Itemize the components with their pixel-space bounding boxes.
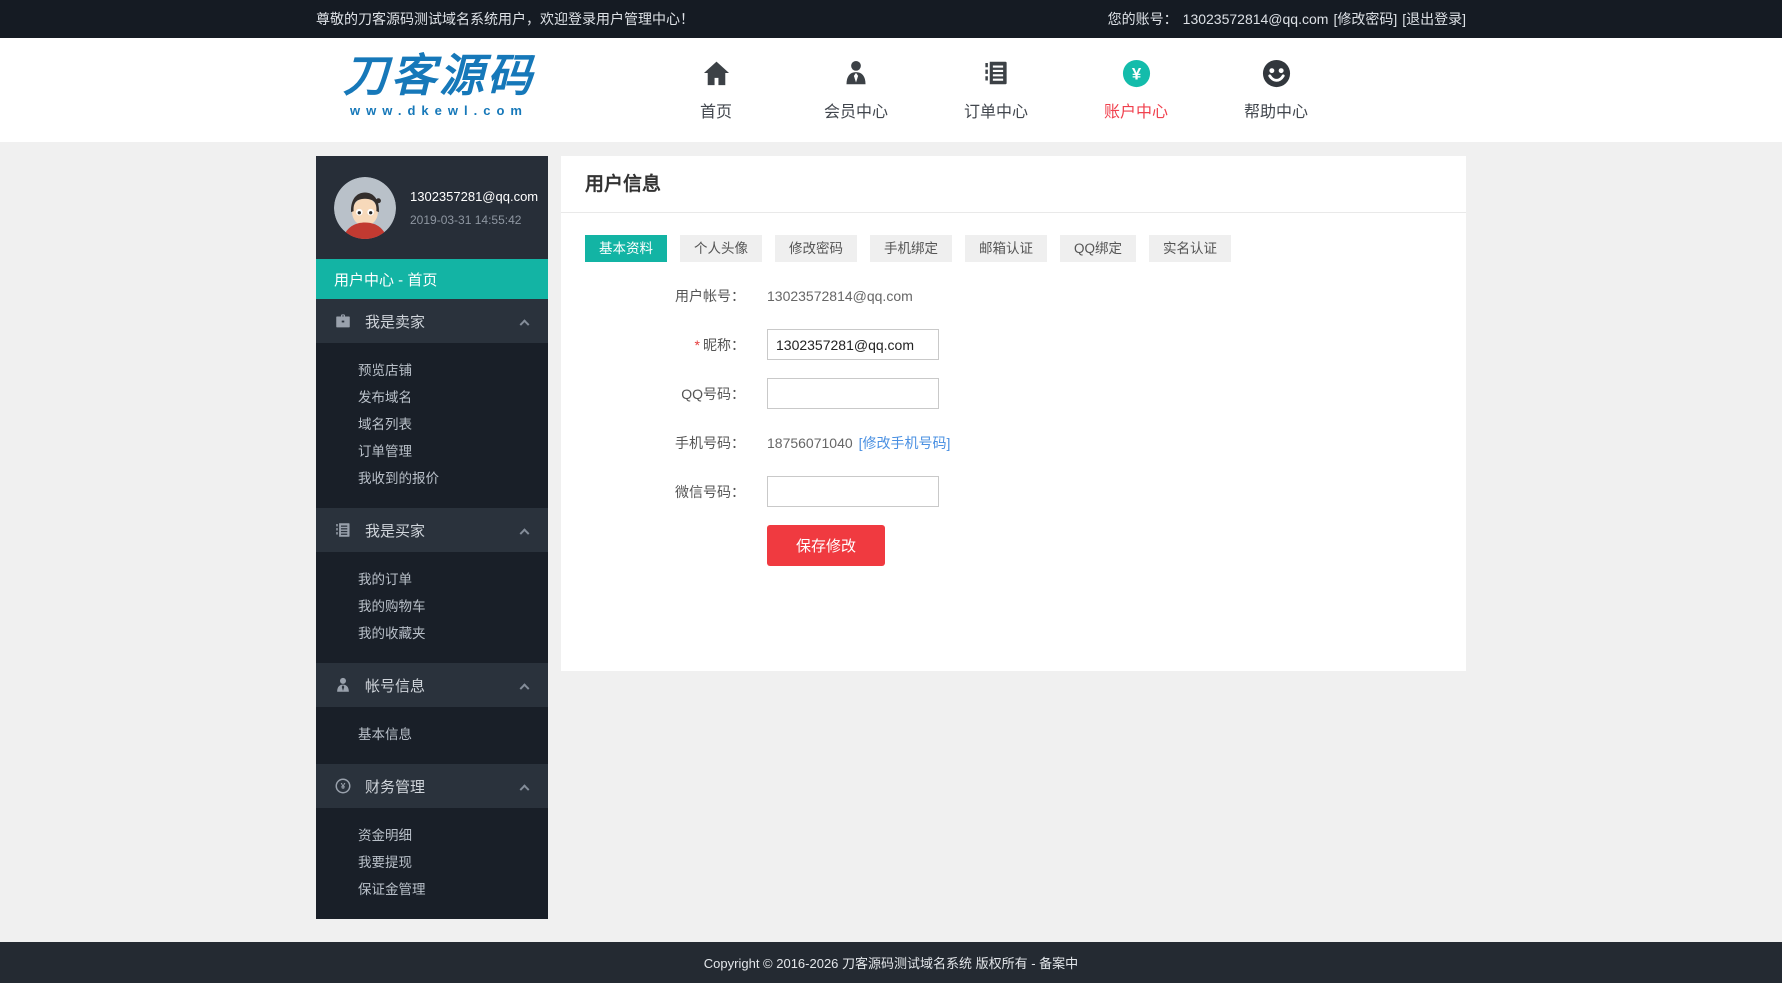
orders-icon — [926, 55, 1066, 91]
qq-input[interactable] — [767, 378, 939, 409]
nav-label: 账户中心 — [1066, 98, 1206, 122]
tab-basic-profile[interactable]: 基本资料 — [585, 235, 667, 262]
chevron-up-icon — [520, 528, 530, 538]
sidebar-item-domain-list[interactable]: 域名列表 — [316, 411, 548, 438]
save-button[interactable]: 保存修改 — [767, 525, 885, 566]
phone-field-value: 18756071040 — [767, 435, 853, 451]
sidebar-section-seller[interactable]: 我是卖家 — [316, 299, 548, 343]
form-row-account: 用户帐号： 13023572814@qq.com — [561, 280, 1466, 311]
tab-qq-binding[interactable]: QQ绑定 — [1060, 235, 1136, 262]
sidebar-section-label: 帐号信息 — [365, 675, 425, 696]
site-logo[interactable]: 刀客源码 www.dkewl.com — [322, 50, 556, 118]
sidebar-item-basic-info[interactable]: 基本信息 — [316, 721, 548, 748]
nav-item-home[interactable]: 首页 — [646, 55, 786, 122]
change-phone-link[interactable]: [修改手机号码] — [859, 433, 951, 453]
nav-item-order-center[interactable]: 订单中心 — [926, 55, 1066, 122]
nav-label: 会员中心 — [786, 98, 926, 122]
user-card: 1302357281@qq.com 2019-03-31 14:55:42 — [316, 156, 548, 259]
sidebar-item-deposit-manage[interactable]: 保证金管理 — [316, 876, 548, 903]
sidebar-item-withdraw[interactable]: 我要提现 — [316, 849, 548, 876]
sidebar-item-publish-domain[interactable]: 发布域名 — [316, 384, 548, 411]
user-info-panel: 用户信息 基本资料 个人头像 修改密码 手机绑定 邮箱认证 QQ绑定 实名认证 … — [561, 156, 1466, 671]
svg-text:¥: ¥ — [341, 782, 346, 791]
account-label: 您的账号： — [1108, 9, 1178, 29]
welcome-text: 尊敬的刀客源码测试域名系统用户，欢迎登录用户管理中心！ — [316, 9, 694, 29]
seller-icon — [334, 312, 352, 330]
sidebar-user-email: 1302357281@qq.com — [410, 189, 538, 204]
sidebar-item-received-quotes[interactable]: 我收到的报价 — [316, 465, 548, 492]
sidebar-section-label: 我是买家 — [365, 520, 425, 541]
member-icon — [786, 55, 926, 91]
sidebar-item-user-center-home[interactable]: 用户中心 - 首页 — [316, 259, 548, 299]
change-password-link[interactable]: [修改密码] — [1333, 9, 1397, 29]
logout-link[interactable]: [退出登录] — [1402, 9, 1466, 29]
basic-profile-form: 用户帐号： 13023572814@qq.com *昵称： QQ号码： — [561, 280, 1466, 566]
logo-title: 刀客源码 — [322, 50, 556, 102]
chevron-up-icon — [520, 319, 530, 329]
sidebar-item-my-cart[interactable]: 我的购物车 — [316, 593, 548, 620]
form-row-wechat: 微信号码： — [561, 476, 1466, 507]
nav-item-help-center[interactable]: 帮助中心 — [1206, 55, 1346, 122]
copyright-text: Copyright © 2016-2026 刀客源码测试域名系统 版权所有 - … — [704, 953, 1078, 972]
nickname-input[interactable] — [767, 329, 939, 360]
account-info-icon — [334, 676, 352, 694]
topbar: 尊敬的刀客源码测试域名系统用户，欢迎登录用户管理中心！ 您的账号： 130235… — [0, 0, 1782, 38]
form-row-nickname: *昵称： — [561, 329, 1466, 360]
header: 刀客源码 www.dkewl.com 首页 会员中心 订单中心 — [0, 38, 1782, 142]
svg-text:¥: ¥ — [1131, 64, 1141, 83]
sidebar-item-my-favorites[interactable]: 我的收藏夹 — [316, 620, 548, 647]
sidebar-section-account-info[interactable]: 帐号信息 — [316, 663, 548, 707]
tab-realname-verify[interactable]: 实名认证 — [1149, 235, 1231, 262]
tab-change-password[interactable]: 修改密码 — [775, 235, 857, 262]
help-icon — [1206, 55, 1346, 91]
account-field-label: 用户帐号： — [561, 286, 745, 306]
required-mark: * — [695, 337, 700, 353]
form-row-submit: 保存修改 — [561, 525, 1466, 566]
tab-email-verify[interactable]: 邮箱认证 — [965, 235, 1047, 262]
seller-submenu: 预览店铺 发布域名 域名列表 订单管理 我收到的报价 — [316, 343, 548, 508]
sidebar-item-preview-shop[interactable]: 预览店铺 — [316, 357, 548, 384]
account-info-submenu: 基本信息 — [316, 707, 548, 764]
buyer-icon — [334, 521, 352, 539]
finance-icon: ¥ — [334, 777, 352, 795]
tab-bar: 基本资料 个人头像 修改密码 手机绑定 邮箱认证 QQ绑定 实名认证 — [585, 235, 1442, 262]
footer: Copyright © 2016-2026 刀客源码测试域名系统 版权所有 - … — [0, 942, 1782, 983]
form-row-phone: 手机号码： 18756071040 [修改手机号码] — [561, 427, 1466, 458]
sidebar: 1302357281@qq.com 2019-03-31 14:55:42 用户… — [316, 156, 548, 919]
sidebar-login-time: 2019-03-31 14:55:42 — [410, 213, 538, 227]
qq-field-label: QQ号码： — [561, 384, 745, 404]
nav-item-account-center[interactable]: ¥ 账户中心 — [1066, 55, 1206, 122]
nickname-field-label: *昵称： — [561, 335, 745, 355]
sidebar-item-order-manage[interactable]: 订单管理 — [316, 438, 548, 465]
form-row-qq: QQ号码： — [561, 378, 1466, 409]
tab-phone-binding[interactable]: 手机绑定 — [870, 235, 952, 262]
wechat-input[interactable] — [767, 476, 939, 507]
chevron-up-icon — [520, 683, 530, 693]
sidebar-section-label: 我是卖家 — [365, 311, 425, 332]
account-email: 13023572814@qq.com — [1183, 11, 1329, 27]
sidebar-section-finance[interactable]: ¥ 财务管理 — [316, 764, 548, 808]
account-yen-icon: ¥ — [1066, 55, 1206, 91]
wechat-field-label: 微信号码： — [561, 482, 745, 502]
sidebar-section-buyer[interactable]: 我是买家 — [316, 508, 548, 552]
page-title: 用户信息 — [561, 156, 1466, 213]
sidebar-item-fund-details[interactable]: 资金明细 — [316, 822, 548, 849]
home-icon — [646, 55, 786, 91]
main-nav: 首页 会员中心 订单中心 ¥ 账户中心 — [646, 55, 1346, 122]
chevron-up-icon — [520, 784, 530, 794]
nav-label: 首页 — [646, 98, 786, 122]
logo-subtitle: www.dkewl.com — [322, 103, 556, 118]
account-field-value: 13023572814@qq.com — [767, 288, 913, 304]
nav-label: 帮助中心 — [1206, 98, 1346, 122]
finance-submenu: 资金明细 我要提现 保证金管理 — [316, 808, 548, 919]
tab-avatar[interactable]: 个人头像 — [680, 235, 762, 262]
buyer-submenu: 我的订单 我的购物车 我的收藏夹 — [316, 552, 548, 663]
user-avatar — [334, 177, 396, 239]
sidebar-section-label: 财务管理 — [365, 776, 425, 797]
nav-item-member-center[interactable]: 会员中心 — [786, 55, 926, 122]
nav-label: 订单中心 — [926, 98, 1066, 122]
phone-field-label: 手机号码： — [561, 433, 745, 453]
sidebar-item-my-orders[interactable]: 我的订单 — [316, 566, 548, 593]
